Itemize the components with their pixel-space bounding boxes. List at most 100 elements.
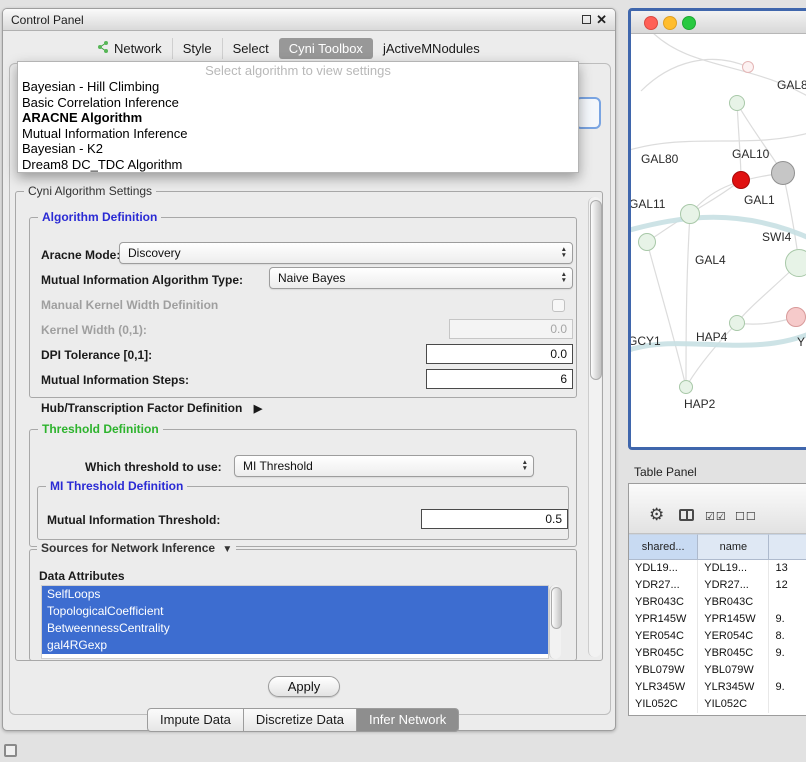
updown-arrows-icon: ▲▼ [522,460,528,472]
network-node-green-large[interactable] [785,249,806,277]
collapse-arrow-icon: ▼ [222,544,232,555]
cell: YBR045C [629,645,698,662]
settings-scrollbar[interactable] [588,197,601,657]
minimize-traffic-light[interactable] [663,16,677,30]
sources-title: Sources for Network Inference [41,541,215,555]
table-row[interactable]: YLR345W YLR345W 9. [629,679,806,696]
tab-label: jActiveMNodules [383,41,480,56]
table-row[interactable]: YBL079W YBL079W [629,662,806,679]
scrollbar-thumb[interactable] [590,200,602,380]
cell: YDR27... [698,577,769,594]
tab-label: Network [114,41,162,56]
mi-steps-field[interactable]: 6 [426,369,573,389]
zoom-traffic-light[interactable] [682,16,696,30]
table-row[interactable]: YBR043C YBR043C [629,594,806,611]
hub-definition-label: Hub/Transcription Factor Definition [41,401,242,415]
table-header: shared... name [629,534,806,560]
tab-select[interactable]: Select [222,38,279,59]
network-node-pink[interactable] [786,307,806,327]
apply-button[interactable]: Apply [268,676,340,697]
table-row[interactable]: YDR27... YDR27... 12 [629,577,806,594]
attribute-item[interactable]: gal4RGexp [42,637,548,654]
tab-label: Cyni Toolbox [289,41,363,56]
tab-jactivemnodules[interactable]: jActiveMNodules [373,38,490,59]
collapsed-panel-icon[interactable] [4,744,17,757]
node-label-gal1: GAL1 [744,193,775,207]
table-panel-title: Table Panel [634,465,697,479]
which-threshold-select[interactable]: MI Threshold ▲▼ [234,455,534,477]
gear-icon[interactable]: ⚙ [649,506,664,523]
float-icon[interactable] [582,15,591,24]
hub-definition-toggle[interactable]: Hub/Transcription Factor Definition ▶ [41,401,262,415]
network-node-green-left[interactable] [638,233,656,251]
table-row[interactable]: YBR045C YBR045C 9. [629,645,806,662]
select-all-checkboxes-icon[interactable]: ☑☑ [705,510,727,523]
table-row[interactable]: YPR145W YPR145W 9. [629,611,806,628]
dropdown-item-aracne[interactable]: ARACNE Algorithm [18,110,578,126]
tab-style[interactable]: Style [172,38,222,59]
cell: 9. [769,645,806,662]
node-label-y-partial: Y [797,335,805,349]
dropdown-item-mutual-information[interactable]: Mutual Information Inference [18,126,578,142]
columns-icon[interactable] [679,509,694,521]
tab-network[interactable]: Network [87,38,172,59]
tab-cyni-toolbox[interactable]: Cyni Toolbox [279,38,373,59]
network-window: GAL8 GAL80 GAL10 GAL11 GAL1 SWI4 GAL4 GC… [628,8,806,450]
dropdown-item-bayesian-k2[interactable]: Bayesian - K2 [18,141,578,157]
dropdown-item-dream8[interactable]: Dream8 DC_TDC Algorithm [18,157,578,173]
sources-toggle[interactable]: Sources for Network Inference ▼ [37,541,236,555]
tab-discretize-data[interactable]: Discretize Data [244,708,357,732]
network-node-gray[interactable] [771,161,795,185]
close-traffic-light[interactable] [644,16,658,30]
network-node-pink-small[interactable] [742,61,754,73]
network-node-green-small[interactable] [729,315,745,331]
deselect-all-checkboxes-icon[interactable]: ☐☐ [735,510,757,523]
table-row[interactable]: YDL19... YDL19... 13 [629,560,806,577]
mi-threshold-field[interactable]: 0.5 [421,509,568,529]
tab-infer-network[interactable]: Infer Network [357,708,459,732]
attribute-item[interactable]: BetweennessCentrality [42,620,548,637]
attribute-item[interactable]: SelfLoops [42,586,548,603]
table-row[interactable]: YER054C YER054C 8. [629,628,806,645]
mi-algorithm-type-select[interactable]: Naive Bayes ▲▼ [269,267,573,289]
control-panel-tabs: Network Style Select Cyni Toolbox jActiv… [87,37,490,60]
network-window-titlebar[interactable] [631,11,806,34]
node-label-swi4: SWI4 [762,230,791,244]
cell: YBL079W [698,662,769,679]
network-node-green-top[interactable] [729,95,745,111]
which-threshold-label: Which threshold to use: [85,460,222,474]
table-row[interactable]: YIL052C YIL052C [629,696,806,713]
cell: YBR043C [629,594,698,611]
node-label-hap2: HAP2 [684,397,715,411]
tab-impute-data[interactable]: Impute Data [147,708,244,732]
control-panel-titlebar[interactable]: Control Panel ✕ [3,9,615,31]
dropdown-item-basic-correlation[interactable]: Basic Correlation Inference [18,95,578,111]
network-node-red-selected[interactable] [732,171,750,189]
node-label-hap4: HAP4 [696,330,727,344]
manual-kernel-checkbox[interactable] [552,299,565,312]
dropdown-item-bayesian-hill[interactable]: Bayesian - Hill Climbing [18,79,578,95]
updown-arrows-icon: ▲▼ [561,247,567,259]
network-canvas[interactable]: GAL8 GAL80 GAL10 GAL11 GAL1 SWI4 GAL4 GC… [631,34,806,447]
cell: YIL052C [629,696,698,713]
cell: 9. [769,611,806,628]
selected-value: MI Threshold [243,459,313,473]
selected-value: Naive Bayes [278,271,345,285]
scrollbar-thumb[interactable] [551,587,562,629]
attributes-scrollbar[interactable] [549,585,561,659]
node-label-gal8-partial: GAL8 [777,78,806,92]
attribute-item[interactable]: TopologicalCoefficient [42,603,548,620]
dpi-tolerance-field[interactable]: 0.0 [426,344,573,364]
kernel-width-field[interactable]: 0.0 [449,319,573,339]
column-header-partial[interactable] [769,534,806,560]
network-node-green-mid[interactable] [680,204,700,224]
network-node-green-bottom[interactable] [679,380,693,394]
cell: 13 [769,560,806,577]
table-body: YDL19... YDL19... 13 YDR27... YDR27... 1… [629,560,806,713]
tab-label: Style [183,41,212,56]
column-header-name[interactable]: name [698,534,769,560]
aracne-mode-select[interactable]: Discovery ▲▼ [119,242,573,264]
close-icon[interactable]: ✕ [596,13,607,26]
column-header-shared-name[interactable]: shared... [629,534,698,560]
window-title: Control Panel [3,9,84,31]
